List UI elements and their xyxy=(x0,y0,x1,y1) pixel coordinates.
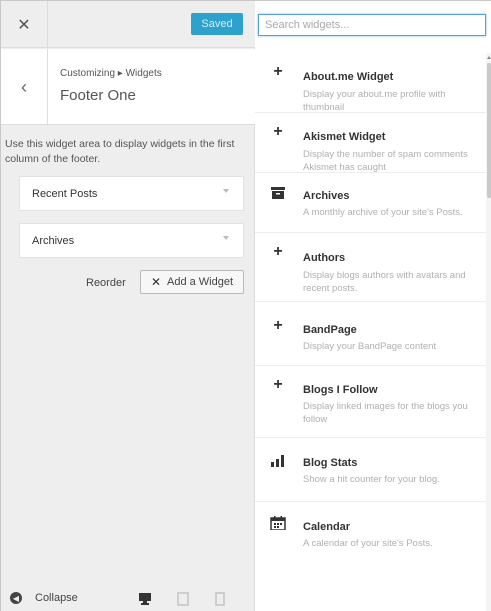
widget-description: A calendar of your site's Posts. xyxy=(303,538,433,549)
widget-name: Blog Stats xyxy=(303,457,358,469)
list-item[interactable]: Blog Stats Show a hit counter for your b… xyxy=(255,438,486,502)
available-widgets-list: + About.me Widget Display your about.me … xyxy=(255,53,486,562)
chevron-left-icon: ‹ xyxy=(21,76,27,97)
page-title: Footer One xyxy=(60,87,136,104)
widget-name: About.me Widget xyxy=(303,71,394,83)
add-widget-label: Add a Widget xyxy=(167,276,234,288)
calendar-icon xyxy=(270,516,286,530)
list-item[interactable]: Calendar A calendar of your site's Posts… xyxy=(255,502,486,562)
customizer-sidebar: ✕ Saved ‹ Customizing ▸ Widgets Footer O… xyxy=(1,1,255,611)
breadcrumb: Customizing ▸ Widgets xyxy=(60,68,162,79)
widget-description: Display your about.me profile with thumb… xyxy=(303,89,446,113)
archive-icon xyxy=(271,187,285,199)
list-item[interactable]: + About.me Widget Display your about.me … xyxy=(255,53,486,113)
bar-chart-icon xyxy=(271,455,284,467)
customizer-window: ✕ Saved ‹ Customizing ▸ Widgets Footer O… xyxy=(0,0,491,611)
chevron-down-icon[interactable] xyxy=(223,236,229,240)
section-header: ‹ Customizing ▸ Widgets Footer One xyxy=(1,49,255,125)
collapse-label: Collapse xyxy=(35,592,78,604)
close-icon: ✕ xyxy=(150,275,161,289)
customizer-footer: ◀ Collapse xyxy=(1,587,255,611)
widget-title: Recent Posts xyxy=(32,187,98,200)
customizer-topbar: ✕ Saved xyxy=(1,1,255,48)
search-input[interactable] xyxy=(258,14,486,36)
widget-name: Authors xyxy=(303,252,346,264)
plus-icon: + xyxy=(273,317,283,334)
back-button[interactable]: ‹ xyxy=(1,49,48,125)
search-bar xyxy=(255,1,491,53)
tablet-icon[interactable] xyxy=(177,592,189,606)
add-widget-button[interactable]: ✕ Add a Widget xyxy=(140,270,244,294)
plus-icon: + xyxy=(273,63,283,80)
close-icon: ✕ xyxy=(17,16,31,34)
widget-name: Blogs I Follow xyxy=(303,384,378,396)
collapse-icon: ◀ xyxy=(10,592,22,604)
widget-archives[interactable]: Archives xyxy=(19,223,244,258)
widget-recent-posts[interactable]: Recent Posts xyxy=(19,176,244,211)
reorder-link[interactable]: Reorder xyxy=(86,277,126,289)
chevron-down-icon[interactable] xyxy=(223,189,229,193)
scrollbar-thumb[interactable] xyxy=(487,63,491,198)
widget-name: Archives xyxy=(303,190,350,202)
widget-name: Akismet Widget xyxy=(303,131,386,143)
widget-description: A monthly archive of your site's Posts. xyxy=(303,207,463,218)
list-item[interactable]: + Authors Display blogs authors with ava… xyxy=(255,233,486,302)
list-item[interactable]: + Akismet Widget Display the number of s… xyxy=(255,113,486,173)
plus-icon: + xyxy=(273,123,283,140)
scroll-up-arrow-icon[interactable] xyxy=(486,53,491,61)
widget-name: Calendar xyxy=(303,521,351,533)
widget-description: Display your BandPage content xyxy=(303,341,437,352)
desktop-icon[interactable] xyxy=(138,592,152,606)
widget-name: BandPage xyxy=(303,324,357,336)
mobile-icon[interactable] xyxy=(215,592,225,606)
scrollbar[interactable] xyxy=(486,53,491,611)
widget-area-description: Use this widget area to display widgets … xyxy=(5,138,235,165)
collapse-button[interactable]: ◀ Collapse xyxy=(10,592,78,604)
list-item[interactable]: + BandPage Display your BandPage content xyxy=(255,302,486,366)
widget-description: Display blogs authors with avatars and r… xyxy=(303,270,466,294)
plus-icon: + xyxy=(273,243,283,260)
widget-description: Display linked images for the blogs you … xyxy=(303,401,468,425)
widget-title: Archives xyxy=(32,234,75,247)
close-customizer-button[interactable]: ✕ xyxy=(1,1,48,48)
list-item[interactable]: Archives A monthly archive of your site'… xyxy=(255,173,486,233)
widget-description: Display the number of spam comments Akis… xyxy=(303,149,468,173)
plus-icon: + xyxy=(273,376,283,393)
saved-button[interactable]: Saved xyxy=(191,13,243,35)
list-item[interactable]: + Blogs I Follow Display linked images f… xyxy=(255,366,486,438)
available-widgets-panel: + About.me Widget Display your about.me … xyxy=(255,1,491,611)
widget-description: Show a hit counter for your blog. xyxy=(303,474,440,485)
